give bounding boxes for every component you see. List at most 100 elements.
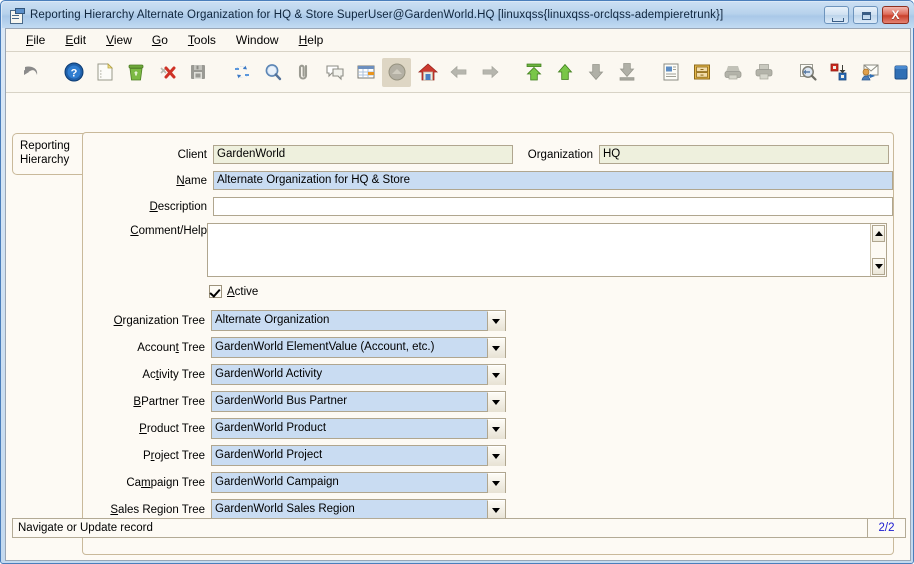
chevron-down-icon[interactable] <box>487 445 505 466</box>
previous-record-button[interactable] <box>550 58 579 87</box>
menu-window[interactable]: Window <box>226 31 289 49</box>
menu-view[interactable]: View <box>96 31 142 49</box>
client-area: File Edit View Go Tools Window Help ? Re… <box>5 28 911 561</box>
organization-label: Organization <box>527 148 593 161</box>
account-tree-combo[interactable]: GardenWorld ElementValue (Account, etc.) <box>211 337 506 358</box>
client-field-row: Client GardenWorld <box>83 145 513 164</box>
back-button[interactable] <box>444 58 473 87</box>
description-field[interactable] <box>213 197 893 216</box>
last-record-icon <box>619 63 634 81</box>
chevron-down-icon[interactable] <box>487 337 505 358</box>
chat-button[interactable] <box>320 58 349 87</box>
menu-help[interactable]: Help <box>289 31 334 49</box>
product-tree-combo[interactable]: GardenWorld Product <box>211 418 506 439</box>
active-checkbox[interactable] <box>209 285 222 298</box>
menu-edit[interactable]: Edit <box>55 31 96 49</box>
comment-help-label-row: Comment/Help <box>83 225 213 237</box>
comment-help-scrollbar[interactable] <box>870 224 886 276</box>
activity-tree-row: Activity Tree GardenWorld Activity <box>83 364 513 385</box>
sales-region-tree-value: GardenWorld Sales Region <box>215 503 355 515</box>
tab-reporting-hierarchy[interactable]: Reporting Hierarchy <box>12 133 84 175</box>
workspace: Reporting Hierarchy Client GardenWorld O… <box>6 93 910 560</box>
chevron-down-icon[interactable] <box>487 418 505 439</box>
refresh-button[interactable] <box>227 58 256 87</box>
grid-toggle-button[interactable] <box>351 58 380 87</box>
last-record-button[interactable] <box>612 58 641 87</box>
toolbar: ? <box>6 52 910 93</box>
next-record-icon <box>588 64 603 81</box>
project-tree-row: Project Tree GardenWorld Project <box>83 445 513 466</box>
minimize-icon <box>832 18 844 22</box>
scroll-down-icon[interactable] <box>872 258 885 275</box>
project-tree-combo[interactable]: GardenWorld Project <box>211 445 506 466</box>
menu-bar: File Edit View Go Tools Window Help <box>6 29 910 52</box>
print-button[interactable] <box>749 58 778 87</box>
first-record-icon <box>526 63 541 81</box>
comment-help-field[interactable] <box>207 223 887 277</box>
close-button[interactable]: X <box>882 6 909 24</box>
archive-button[interactable] <box>687 58 716 87</box>
account-tree-label: Account Tree <box>137 341 205 354</box>
product-tree-row: Product Tree GardenWorld Product <box>83 418 513 439</box>
tab-strip: Reporting Hierarchy <box>12 133 84 175</box>
menu-go[interactable]: Go <box>142 31 178 49</box>
request-icon <box>861 64 878 81</box>
campaign-tree-value: GardenWorld Campaign <box>215 476 339 488</box>
delete-record-button[interactable] <box>121 58 150 87</box>
undo-button[interactable] <box>15 58 44 87</box>
bpartner-tree-combo[interactable]: GardenWorld Bus Partner <box>211 391 506 412</box>
chat-icon <box>325 65 344 81</box>
organization-tree-combo[interactable]: Alternate Organization <box>211 310 506 331</box>
chevron-down-icon[interactable] <box>487 391 505 412</box>
maximize-button[interactable] <box>853 6 878 24</box>
menu-tools[interactable]: Tools <box>178 31 226 49</box>
product-info-button[interactable] <box>886 58 914 87</box>
account-tree-value: GardenWorld ElementValue (Account, etc.) <box>215 341 435 353</box>
comment-help-label: Comment/Help <box>130 225 207 237</box>
next-record-button[interactable] <box>581 58 610 87</box>
project-tree-label: Project Tree <box>142 449 205 462</box>
toolbar-separator <box>780 58 791 87</box>
zoom-across-button[interactable] <box>793 58 822 87</box>
organization-field-row: Organization HQ <box>513 145 893 164</box>
activity-tree-combo[interactable]: GardenWorld Activity <box>211 364 506 385</box>
record-count-indicator: 2/2 <box>868 518 906 538</box>
name-label: Name <box>176 174 207 187</box>
chevron-down-icon[interactable] <box>487 364 505 385</box>
home-button[interactable] <box>413 58 442 87</box>
delete-record-icon <box>128 64 143 81</box>
find-button[interactable] <box>258 58 287 87</box>
minimize-button[interactable] <box>824 6 849 24</box>
window-title: Reporting Hierarchy Alternate Organizati… <box>30 9 724 21</box>
chevron-down-icon[interactable] <box>487 499 505 520</box>
close-icon: X <box>891 8 900 22</box>
back-icon <box>449 65 466 79</box>
active-workflow-button[interactable] <box>824 58 853 87</box>
chevron-down-icon[interactable] <box>487 472 505 493</box>
print-preview-button[interactable] <box>718 58 747 87</box>
toolbar-separator <box>643 58 654 87</box>
help-button[interactable]: ? <box>59 58 88 87</box>
new-record-button[interactable] <box>90 58 119 87</box>
name-field-row: Name Alternate Organization for HQ & Sto… <box>83 171 893 190</box>
name-field[interactable]: Alternate Organization for HQ & Store <box>213 171 893 190</box>
chevron-down-icon[interactable] <box>487 310 505 331</box>
attachment-button[interactable] <box>289 58 318 87</box>
client-field: GardenWorld <box>213 145 513 164</box>
save-icon <box>190 65 205 79</box>
comment-help-text[interactable] <box>208 224 870 276</box>
forward-button[interactable] <box>475 58 504 87</box>
home-icon <box>417 63 438 81</box>
delete-selection-button[interactable] <box>152 58 181 87</box>
campaign-tree-combo[interactable]: GardenWorld Campaign <box>211 472 506 493</box>
request-button[interactable] <box>855 58 884 87</box>
first-record-button[interactable] <box>519 58 548 87</box>
history-button[interactable] <box>382 57 411 87</box>
report-button[interactable] <box>656 58 685 87</box>
scroll-up-icon[interactable] <box>872 225 885 242</box>
sales-region-tree-combo[interactable]: GardenWorld Sales Region <box>211 499 506 520</box>
menu-file[interactable]: File <box>16 31 55 49</box>
tab-label-line1: Reporting <box>20 140 70 152</box>
save-button[interactable] <box>183 58 212 87</box>
active-checkbox-row[interactable]: Active <box>209 285 258 298</box>
